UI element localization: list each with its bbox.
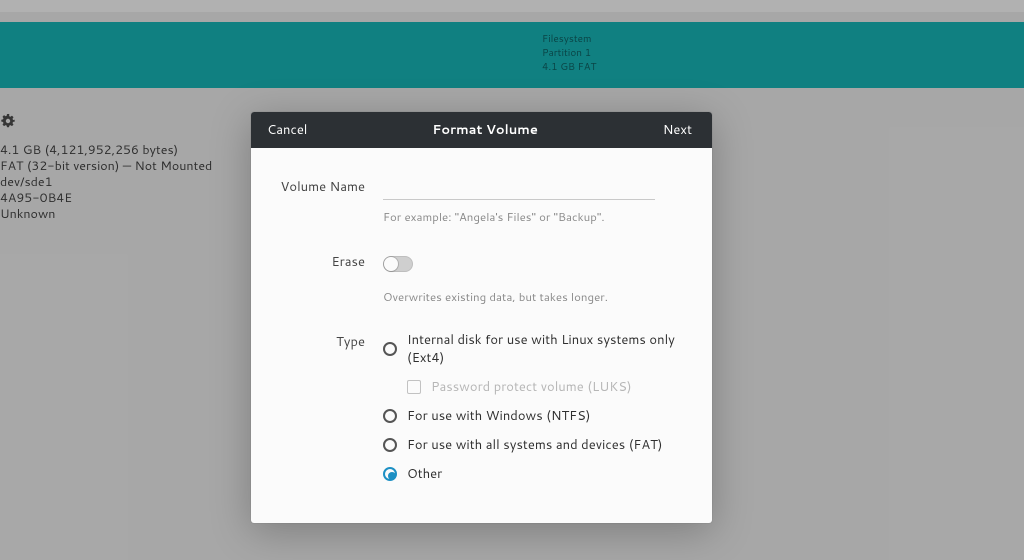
format-volume-dialog: Cancel Format Volume Next Volume Name Fo… [251, 112, 712, 523]
erase-toggle-knob [384, 257, 398, 271]
volume-name-label: Volume Name [279, 176, 383, 196]
type-suboption-luks: Password protect volume (LUKS) [407, 378, 684, 396]
type-option-fat[interactable]: For use with all systems and devices (FA… [383, 436, 684, 454]
dialog-header: Cancel Format Volume Next [251, 112, 712, 148]
next-button[interactable]: Next [657, 117, 698, 143]
erase-toggle[interactable] [383, 256, 413, 272]
type-option-ntfs-label: For use with Windows (NTFS) [407, 407, 590, 425]
cancel-button[interactable]: Cancel [261, 117, 313, 143]
type-option-ext4-label: Internal disk for use with Linux systems… [407, 331, 684, 367]
dialog-title: Format Volume [432, 121, 538, 139]
type-option-fat-label: For use with all systems and devices (FA… [407, 436, 663, 454]
type-option-other[interactable]: Other [383, 465, 684, 483]
radio-icon [383, 467, 397, 481]
erase-hint: Overwrites existing data, but takes long… [383, 288, 684, 305]
checkbox-icon [407, 380, 421, 394]
type-option-ext4[interactable]: Internal disk for use with Linux systems… [383, 331, 684, 367]
volume-name-hint: For example: "Angela's Files" or "Backup… [383, 208, 684, 225]
type-label: Type [279, 331, 383, 351]
radio-icon [383, 438, 397, 452]
type-option-ntfs[interactable]: For use with Windows (NTFS) [383, 407, 684, 425]
erase-label: Erase [279, 251, 383, 271]
type-option-other-label: Other [407, 465, 442, 483]
volume-name-input[interactable] [383, 178, 655, 200]
radio-icon [383, 342, 397, 356]
radio-icon [383, 409, 397, 423]
type-suboption-luks-label: Password protect volume (LUKS) [431, 378, 632, 396]
